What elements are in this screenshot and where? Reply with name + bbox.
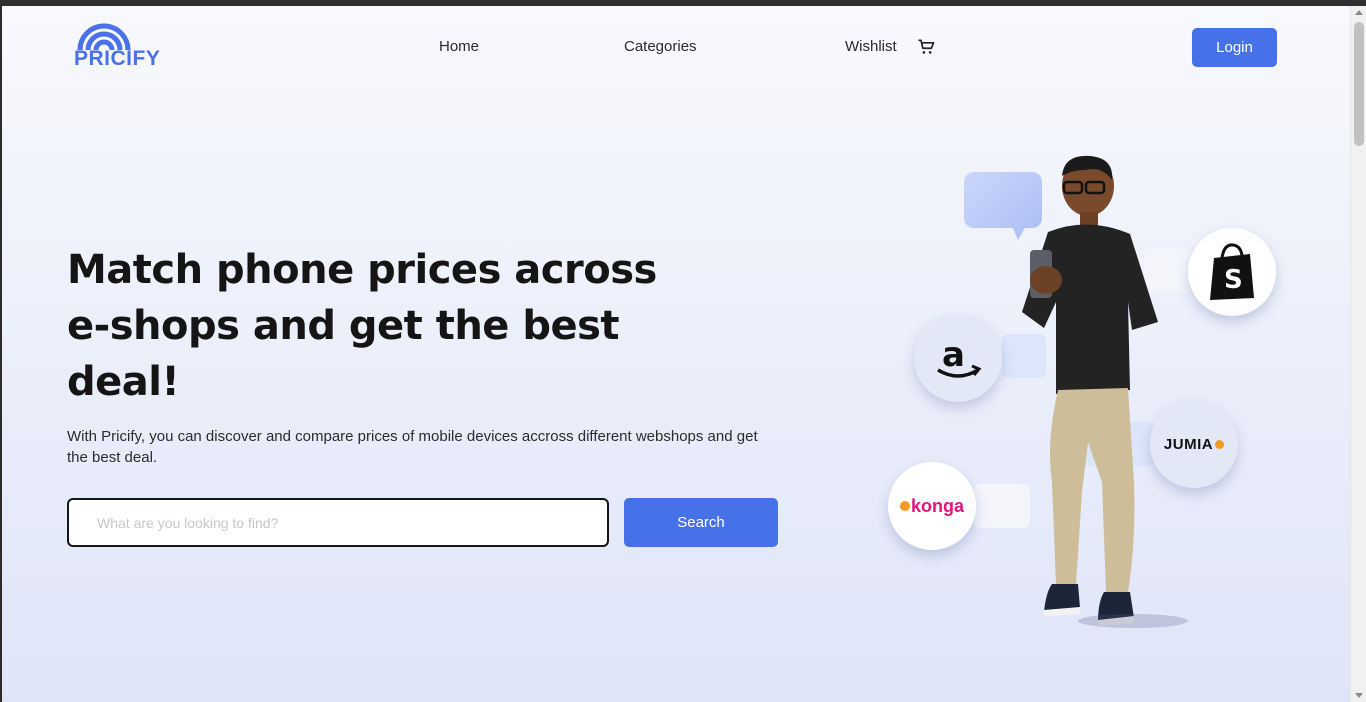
amazon-logo-icon: a <box>937 335 982 378</box>
floor-shadow <box>1078 614 1188 628</box>
search-button[interactable]: Search <box>624 498 778 547</box>
jumia-label: JUMIA <box>1163 435 1214 453</box>
konga-badge[interactable]: konga <box>888 462 976 550</box>
shopify-badge[interactable]: S <box>1188 228 1276 316</box>
konga-dot-icon <box>899 501 910 511</box>
scroll-up-arrow-icon[interactable] <box>1355 10 1363 15</box>
person-illustration <box>1022 155 1158 626</box>
jumia-star-icon <box>1215 439 1225 449</box>
shopify-bag-icon: S <box>1210 243 1254 300</box>
login-button[interactable]: Login <box>1192 28 1277 67</box>
nav-categories[interactable]: Categories <box>624 38 697 55</box>
scroll-down-arrow-icon[interactable] <box>1355 693 1363 698</box>
page: PRICIFY Home Categories Wishlist Login M… <box>2 6 1350 702</box>
jumia-badge[interactable]: JUMIA <box>1150 400 1238 488</box>
scrollbar[interactable] <box>1350 6 1366 702</box>
svg-text:a: a <box>942 335 965 375</box>
svg-text:S: S <box>1224 265 1243 295</box>
scroll-thumb[interactable] <box>1354 22 1364 146</box>
amazon-badge[interactable]: a <box>914 314 1002 402</box>
hero-subtitle: With Pricify, you can discover and compa… <box>67 428 758 466</box>
hero-title: Match phone prices across e-shops and ge… <box>67 247 657 405</box>
pricify-logo[interactable]: PRICIFY <box>74 18 164 74</box>
nav-home[interactable]: Home <box>439 38 479 55</box>
search-input[interactable] <box>67 498 609 547</box>
cart-icon[interactable] <box>916 37 936 57</box>
hero-illustration: S a JUMIA konga <box>882 144 1302 644</box>
logo-text: PRICIFY <box>74 47 161 70</box>
nav-wishlist[interactable]: Wishlist <box>845 38 897 55</box>
konga-label: konga <box>910 495 964 516</box>
